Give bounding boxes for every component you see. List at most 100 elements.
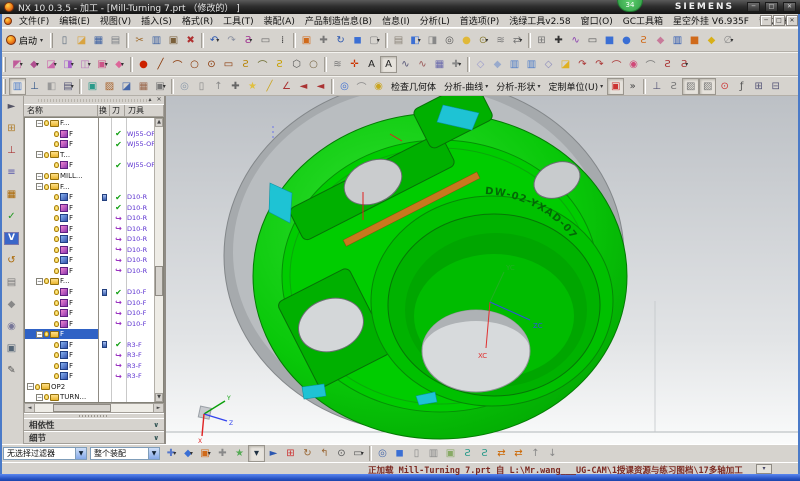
art-spline-button[interactable]: Ƨ — [271, 56, 288, 73]
touch-mode-button[interactable]: ▭ — [257, 32, 274, 49]
system-scenes[interactable]: ▣ — [3, 341, 21, 356]
visibility-bulb-icon[interactable] — [54, 289, 59, 295]
studio-spline-button[interactable]: Ƨ — [237, 56, 254, 73]
tree-row[interactable]: F✔WJ55-OF1 — [25, 129, 163, 140]
examine-geometry-button[interactable]: 检查几何体 — [387, 78, 440, 94]
child-restore-button[interactable]: □ — [773, 15, 785, 26]
hatch-b-button[interactable]: ▨ — [699, 78, 716, 95]
more-commands-button[interactable]: ⁞ — [274, 32, 291, 49]
block-button[interactable]: ■ — [601, 32, 618, 49]
redo-button[interactable]: ↷ — [223, 32, 240, 49]
graphics-viewport[interactable]: DW-02-YXAD-07 XC YC ZC — [166, 96, 800, 444]
point-set-button[interactable]: ✛ — [346, 56, 363, 73]
sphere-button[interactable]: ● — [135, 56, 152, 73]
select-rect-button[interactable]: ▭▾ — [350, 445, 367, 462]
fit-view-button[interactable]: ▣ — [298, 32, 315, 49]
spline-button[interactable]: ∿ — [567, 32, 584, 49]
collision-check-button[interactable]: ◄ — [312, 78, 329, 95]
s-tool-a-button[interactable]: Ƨ — [459, 445, 476, 462]
notes[interactable]: ✎ — [3, 363, 21, 378]
tree-row[interactable]: F✔D10-R — [25, 192, 163, 203]
navigator-drag-handle[interactable]: ▴ ✕ — [24, 96, 164, 104]
menu-item-0[interactable]: 文件(F) — [14, 14, 54, 27]
unite-button[interactable]: ◪▾ — [43, 56, 60, 73]
paste-face-button[interactable]: ▥ — [523, 56, 540, 73]
dropdown-arrow-icon[interactable]: ▼ — [148, 448, 159, 459]
copy-layer-button[interactable]: ▥ — [425, 445, 442, 462]
viewport-canvas[interactable]: DW-02-YXAD-07 XC YC ZC — [166, 96, 800, 444]
anchor-button[interactable]: ⊥ — [26, 78, 43, 95]
layer-down-button[interactable]: ↓ — [544, 445, 561, 462]
assembly-navigator[interactable]: ⊞ — [3, 121, 21, 136]
mesh-surface-button[interactable]: ▦ — [431, 56, 448, 73]
ellipse-button[interactable]: ○ — [305, 56, 322, 73]
circle-center-button[interactable]: ⊙ — [203, 56, 220, 73]
scrollbar-thumb[interactable] — [155, 266, 163, 296]
new-file-button[interactable]: ▯ — [56, 32, 73, 49]
copy-face-button[interactable]: ▥ — [506, 56, 523, 73]
visibility-bulb-icon[interactable] — [54, 215, 59, 221]
more-curve-button[interactable]: ✚▾ — [448, 56, 465, 73]
shaded-view-button[interactable]: ◼ — [349, 32, 366, 49]
shop-doc-button[interactable]: ▣▾ — [152, 78, 169, 95]
expression-button[interactable]: ƒ — [733, 78, 750, 95]
text-frame-button[interactable]: A — [380, 56, 397, 73]
edit-toolpath-button[interactable]: ╱ — [261, 78, 278, 95]
show-hide-2-button[interactable]: ◎ — [374, 445, 391, 462]
offset-3d-button[interactable]: Ƨ — [659, 56, 676, 73]
cylinder-button[interactable]: ● — [618, 32, 635, 49]
layer-settings-button[interactable]: ▤ — [390, 32, 407, 49]
visibility-bulb-icon[interactable] — [54, 321, 59, 327]
tree-row[interactable]: F✔WJ55-OF1 — [25, 139, 163, 150]
visibility-bulb-icon[interactable] — [44, 278, 49, 284]
machining-wizard[interactable]: ▦ — [3, 187, 21, 202]
post-process-button[interactable]: ▦ — [135, 78, 152, 95]
arc-button[interactable]: ⌒ — [169, 56, 186, 73]
tree-row[interactable]: F✔D10-R — [25, 202, 163, 213]
view-orient-button[interactable]: ◧▾ — [407, 32, 424, 49]
section-details[interactable]: 细节 ∨ — [24, 431, 164, 444]
visibility-bulb-icon[interactable] — [54, 162, 59, 168]
tree-expander-icon[interactable]: − — [36, 151, 43, 158]
print-button[interactable]: ▤ — [107, 32, 124, 49]
tree-row[interactable]: −F... — [25, 118, 163, 129]
scroll-left-arrow[interactable]: ◄ — [25, 404, 35, 412]
pad-button[interactable]: ◆ — [703, 32, 720, 49]
toolbar-grip[interactable] — [3, 57, 6, 72]
tree-row[interactable]: −OP2 — [25, 382, 163, 393]
close-button[interactable]: ✕ — [783, 2, 796, 12]
manufacturing-tools[interactable]: ◆ — [3, 297, 21, 312]
render-style-button[interactable]: ▢▾ — [366, 32, 383, 49]
menu-item-4[interactable]: 格式(R) — [177, 14, 218, 27]
section-dependencies[interactable]: 相依性 ∨ — [24, 418, 164, 431]
section-curve-button[interactable]: ⌒ — [608, 56, 625, 73]
menu-item-9[interactable]: 分析(L) — [415, 14, 455, 27]
spline-analysis-button[interactable]: Ƨ — [665, 78, 682, 95]
tree-row[interactable]: −T... — [25, 150, 163, 161]
hatch-a-button[interactable]: ▨ — [682, 78, 699, 95]
intersect-curve-button[interactable]: ↷ — [591, 56, 608, 73]
bounded-plane-button[interactable]: ◪ — [557, 56, 574, 73]
list-button[interactable]: ▯ — [193, 78, 210, 95]
selection-scope-dropdown[interactable]: 整个装配 ▼ — [90, 447, 160, 460]
cut-button[interactable]: ✂ — [131, 32, 148, 49]
snap-point-button[interactable]: ✚▾ — [163, 445, 180, 462]
menu-item-10[interactable]: 首选项(P) — [455, 14, 504, 27]
paste-button[interactable]: ▣ — [165, 32, 182, 49]
selection-filter-dropdown[interactable]: 无选择过滤器 ▼ — [3, 447, 87, 460]
column-change[interactable]: 换 — [98, 105, 110, 116]
sweep-button[interactable]: ◇ — [540, 56, 557, 73]
visibility-bulb-icon[interactable] — [44, 331, 49, 337]
child-minimize-button[interactable]: ─ — [760, 15, 772, 26]
tree-row[interactable]: F✔WJ55-OF1 — [25, 160, 163, 171]
wrap-curve-button[interactable]: ◉ — [625, 56, 642, 73]
menu-item-14[interactable]: 星空外挂 V6.935F — [668, 14, 754, 27]
smart-select-button[interactable]: ★ — [231, 445, 248, 462]
visibility-bulb-icon[interactable] — [54, 352, 59, 358]
roles[interactable]: ◉ — [3, 319, 21, 334]
child-close-button[interactable]: ✕ — [786, 15, 798, 26]
visibility-bulb-icon[interactable] — [54, 247, 59, 253]
web-browser[interactable]: V — [3, 231, 21, 246]
rectangle-button[interactable]: ▭ — [584, 32, 601, 49]
text-button[interactable]: A — [363, 56, 380, 73]
